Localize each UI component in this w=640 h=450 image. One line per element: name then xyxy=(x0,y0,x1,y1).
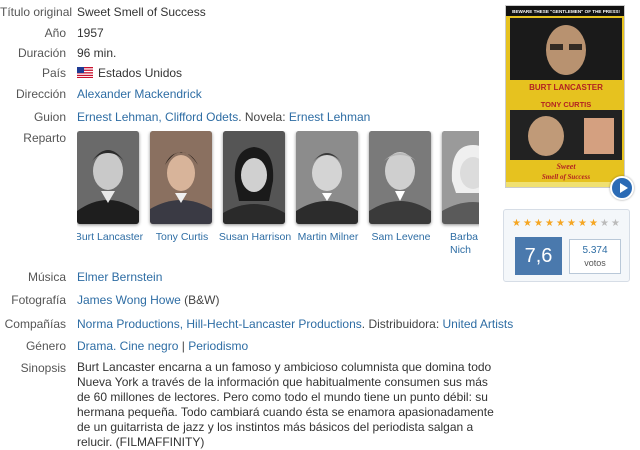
star-filled-icon[interactable]: ★ xyxy=(556,219,566,229)
companies-label: Compañías xyxy=(4,317,66,331)
votes-count: 5.374 xyxy=(582,245,608,256)
cast-photo[interactable] xyxy=(77,131,139,224)
photography-row: Fotografía James Wong Howe (B&W) xyxy=(0,291,495,309)
genre-link[interactable]: Drama. Cine negro xyxy=(77,339,178,353)
music-link[interactable]: Elmer Bernstein xyxy=(77,270,162,284)
companies-link[interactable]: Norma Productions, Hill-Hecht-Lancaster … xyxy=(77,317,362,331)
distributor-prefix: . Distribuidora: xyxy=(361,317,443,331)
country-value-wrap: Estados Unidos xyxy=(77,64,182,82)
star-filled-icon[interactable]: ★ xyxy=(589,219,599,229)
script-novel-link[interactable]: Ernest Lehman xyxy=(289,110,370,124)
duration-value: 96 min. xyxy=(77,46,117,60)
cast-name[interactable]: Barba Nich xyxy=(450,231,479,257)
distributor-link[interactable]: United Artists xyxy=(443,317,514,331)
star-filled-icon[interactable]: ★ xyxy=(534,219,544,229)
poster-actor2: TONY CURTIS xyxy=(541,100,592,109)
music-label: Música xyxy=(27,270,66,284)
poster-tagline: BEWARE THESE "GENTLEMEN" OF THE PRESS! xyxy=(512,9,620,14)
year-row: Año 1957 xyxy=(0,24,495,42)
votes-box[interactable]: 5.374 votos xyxy=(569,239,621,274)
country-row: País Estados Unidos xyxy=(0,64,495,82)
cast-item[interactable]: Barba Nich xyxy=(442,131,479,257)
duration-label: Duración xyxy=(17,46,66,60)
cast-item[interactable]: Susan Harrison xyxy=(219,131,291,244)
country-label: País xyxy=(41,66,66,80)
poster-title-line1: Sweet xyxy=(556,162,576,171)
photography-note: (B&W) xyxy=(180,293,220,307)
cast-item[interactable]: Tony Curtis xyxy=(150,131,214,244)
star-filled-icon[interactable]: ★ xyxy=(545,219,555,229)
year-value: 1957 xyxy=(77,26,104,40)
star-empty-icon[interactable]: ★ xyxy=(611,219,621,229)
cast-photo[interactable] xyxy=(442,131,479,224)
rating-stars[interactable]: ★ ★ ★ ★ ★ ★ ★ ★ ★ ★ xyxy=(512,219,622,229)
star-filled-icon[interactable]: ★ xyxy=(567,219,577,229)
rating-score: 7,6 xyxy=(515,237,562,275)
cast-name[interactable]: Sam Levene xyxy=(361,231,441,244)
cast-carousel: Burt Lancaster Tony Curtis Susan Harriso… xyxy=(77,131,479,261)
original-title-label: Título original xyxy=(0,5,73,19)
photography-link[interactable]: James Wong Howe xyxy=(77,293,181,307)
star-empty-icon[interactable]: ★ xyxy=(600,219,610,229)
original-title-value: Sweet Smell of Success xyxy=(77,5,206,19)
rating-box: ★ ★ ★ ★ ★ ★ ★ ★ ★ ★ 7,6 5.374 votos xyxy=(503,209,630,282)
script-novel-prefix: . Novela: xyxy=(238,110,289,124)
script-writers-link[interactable]: Ernest Lehman, Clifford Odets xyxy=(77,110,238,124)
votes-label: votos xyxy=(584,258,606,268)
original-title-row: Título original Sweet Smell of Success xyxy=(0,3,495,21)
poster-actor1: BURT LANCASTER xyxy=(529,83,603,92)
script-row: Guion Ernest Lehman, Clifford Odets. Nov… xyxy=(0,108,495,126)
cast-photo[interactable] xyxy=(150,131,212,224)
cast-item[interactable]: Martin Milner xyxy=(296,131,360,244)
synopsis-text: Burt Lancaster encarna a un famoso y amb… xyxy=(77,360,494,449)
cast-name[interactable]: Tony Curtis xyxy=(142,231,222,244)
cast-photo[interactable] xyxy=(369,131,431,224)
cast-photo[interactable] xyxy=(223,131,285,224)
genre-row: Género Drama. Cine negro | Periodismo xyxy=(0,337,495,355)
cast-name[interactable]: Burt Lancaster xyxy=(77,231,149,244)
director-row: Dirección Alexander Mackendrick xyxy=(0,85,495,103)
music-row: Música Elmer Bernstein xyxy=(0,268,495,286)
year-label: Año xyxy=(44,26,66,40)
star-filled-icon[interactable]: ★ xyxy=(523,219,533,229)
poster-title-line2: Smell of Success xyxy=(542,173,590,181)
star-filled-icon[interactable]: ★ xyxy=(512,219,522,229)
genre-label: Género xyxy=(25,339,66,353)
photography-label: Fotografía xyxy=(11,293,66,307)
cast-name[interactable]: Martin Milner xyxy=(288,231,368,244)
cast-item[interactable]: Sam Levene xyxy=(369,131,433,244)
country-value: Estados Unidos xyxy=(98,66,183,80)
cast-name[interactable]: Susan Harrison xyxy=(215,231,295,244)
director-link[interactable]: Alexander Mackendrick xyxy=(77,87,202,101)
play-trailer-button[interactable] xyxy=(610,176,634,200)
genre-separator: | xyxy=(178,339,189,353)
script-label: Guion xyxy=(33,110,66,124)
cast-photo[interactable] xyxy=(296,131,358,224)
cast-label: Reparto xyxy=(23,131,66,145)
usa-flag-icon xyxy=(77,67,93,78)
cast-item[interactable]: Burt Lancaster xyxy=(77,131,143,244)
director-label: Dirección xyxy=(15,87,66,101)
companies-row: Compañías Norma Productions, Hill-Hecht-… xyxy=(0,315,514,333)
movie-poster[interactable]: BEWARE THESE "GENTLEMEN" OF THE PRESS! B… xyxy=(505,5,625,188)
duration-row: Duración 96 min. xyxy=(0,44,495,62)
synopsis-label: Sinopsis xyxy=(20,361,66,375)
genre-topic-link[interactable]: Periodismo xyxy=(188,339,248,353)
star-filled-icon[interactable]: ★ xyxy=(578,219,588,229)
